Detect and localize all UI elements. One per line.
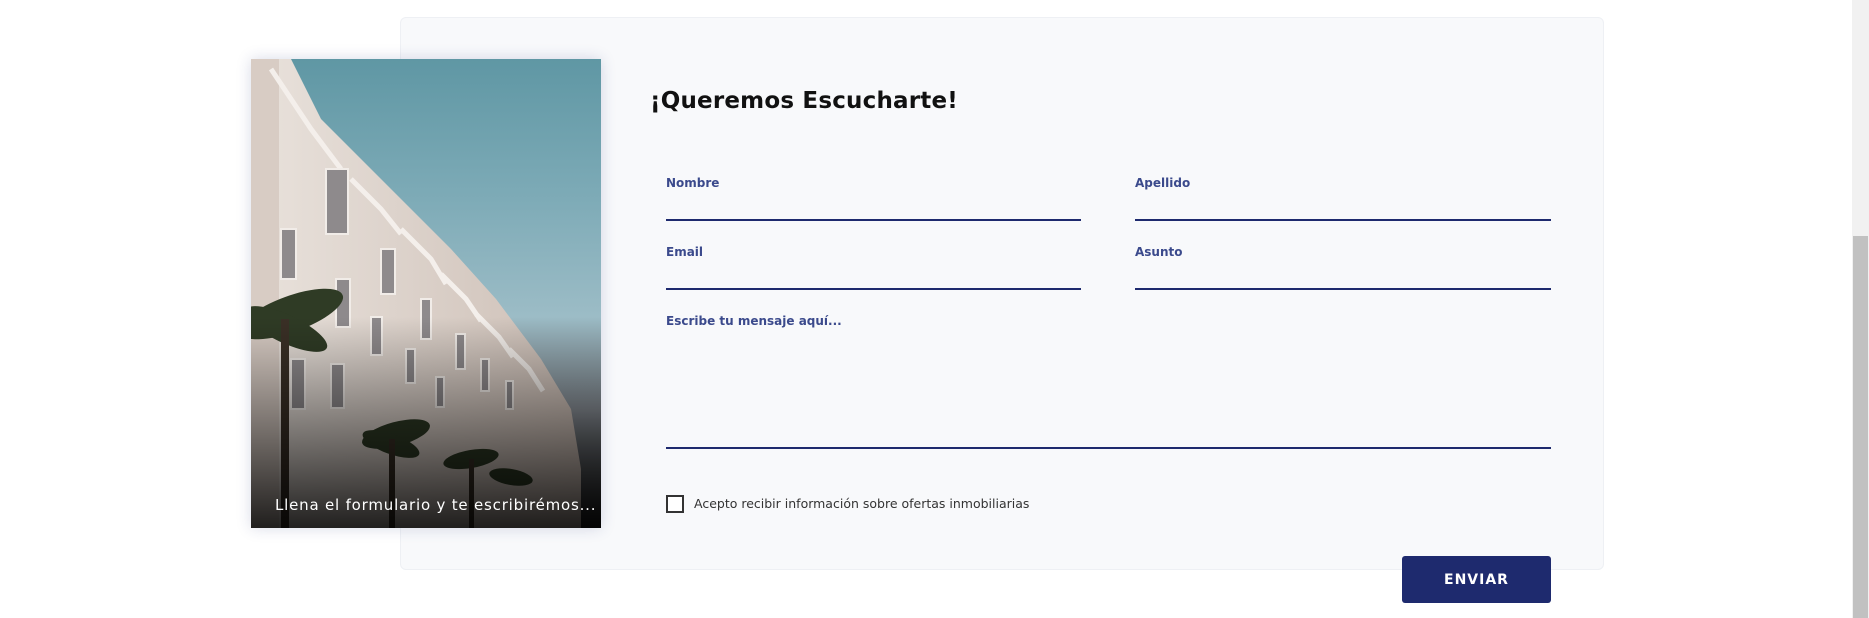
mensaje-field: Escribe tu mensaje aquí... — [666, 314, 1551, 449]
asunto-field: Asunto — [1135, 245, 1551, 290]
asunto-label: Asunto — [1135, 245, 1183, 259]
nombre-input[interactable] — [666, 195, 1081, 221]
scrollbar-thumb[interactable] — [1853, 236, 1868, 618]
nombre-field: Nombre — [666, 176, 1081, 221]
consent-label: Acepto recibir información sobre ofertas… — [694, 496, 1030, 511]
apellido-field: Apellido — [1135, 176, 1551, 221]
asunto-input[interactable] — [1135, 264, 1551, 290]
consent-checkbox[interactable] — [666, 495, 684, 513]
photo-caption: Llena el formulario y te escribirémos... — [275, 496, 597, 514]
apellido-label: Apellido — [1135, 176, 1191, 190]
mensaje-label: Escribe tu mensaje aquí... — [666, 314, 842, 328]
mensaje-textarea[interactable] — [666, 339, 1551, 449]
building-photo: Llena el formulario y te escribirémos... — [251, 59, 601, 528]
submit-button[interactable]: ENVIAR — [1402, 556, 1551, 603]
form-title: ¡Queremos Escucharte! — [650, 88, 958, 114]
nombre-label: Nombre — [666, 176, 720, 190]
email-label: Email — [666, 245, 704, 259]
apellido-input[interactable] — [1135, 195, 1551, 221]
page: Llena el formulario y te escribirémos...… — [0, 0, 1869, 618]
building-illustration — [251, 59, 601, 528]
email-field: Email — [666, 245, 1081, 290]
email-input[interactable] — [666, 264, 1081, 290]
